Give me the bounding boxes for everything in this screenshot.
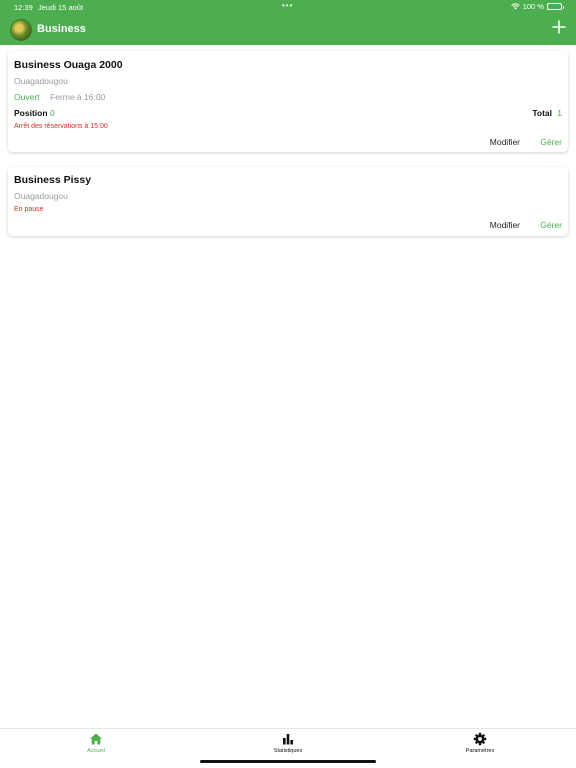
business-logo-avatar[interactable] — [10, 19, 32, 41]
tab-settings[interactable]: Paramètres — [384, 729, 576, 768]
status-bar: 12:39 Jeudi 15 août ••• 100 % — [0, 0, 576, 14]
modify-button[interactable]: Modifier — [490, 220, 520, 230]
tab-settings-label: Paramètres — [465, 748, 495, 754]
paused-status: En pause — [14, 206, 44, 213]
top-app-bar: 12:39 Jeudi 15 août ••• 100 % Business — [0, 0, 576, 45]
total-label: Total — [532, 108, 552, 118]
bar-chart-icon — [283, 734, 293, 745]
tab-home[interactable]: Accueil — [0, 729, 192, 768]
navigation-bar: Business — [0, 14, 576, 45]
multitasking-dots-icon[interactable]: ••• — [282, 1, 293, 10]
wifi-icon — [510, 3, 520, 10]
tab-home-label: Accueil — [87, 748, 105, 754]
home-icon — [90, 733, 102, 745]
closing-time: Ferme à 16:00 — [50, 92, 106, 102]
status-time: 12:39 — [14, 3, 33, 12]
open-status: Ouvert — [14, 92, 40, 102]
manage-button[interactable]: Gérer — [540, 137, 562, 147]
home-indicator[interactable] — [200, 760, 376, 763]
reservation-stop-note: Arrêt des réservations à 15:00 — [14, 123, 108, 130]
business-name: Business Ouaga 2000 — [14, 59, 123, 71]
manage-button[interactable]: Gérer — [540, 220, 562, 230]
gear-icon — [473, 732, 487, 746]
page-title: Business — [37, 23, 86, 35]
business-card-pissy[interactable]: Business Pissy Ouagadougou En pause Modi… — [8, 167, 568, 236]
total-value: 1 — [557, 108, 562, 118]
business-city: Ouagadougou — [14, 191, 68, 201]
business-city: Ouagadougou — [14, 76, 68, 86]
modify-button[interactable]: Modifier — [490, 137, 520, 147]
status-date: Jeudi 15 août — [38, 3, 84, 12]
status-right: 100 % — [510, 2, 564, 11]
battery-icon — [547, 3, 564, 10]
position-label: Position — [14, 108, 48, 118]
tab-statistics-label: Statistiques — [273, 748, 303, 754]
business-card-ouaga-2000[interactable]: Business Ouaga 2000 Ouagadougou Ouvert F… — [8, 51, 568, 152]
position-value: 0 — [50, 108, 55, 118]
battery-percent: 100 % — [522, 2, 544, 11]
add-business-icon[interactable] — [551, 19, 567, 35]
business-name: Business Pissy — [14, 174, 92, 186]
